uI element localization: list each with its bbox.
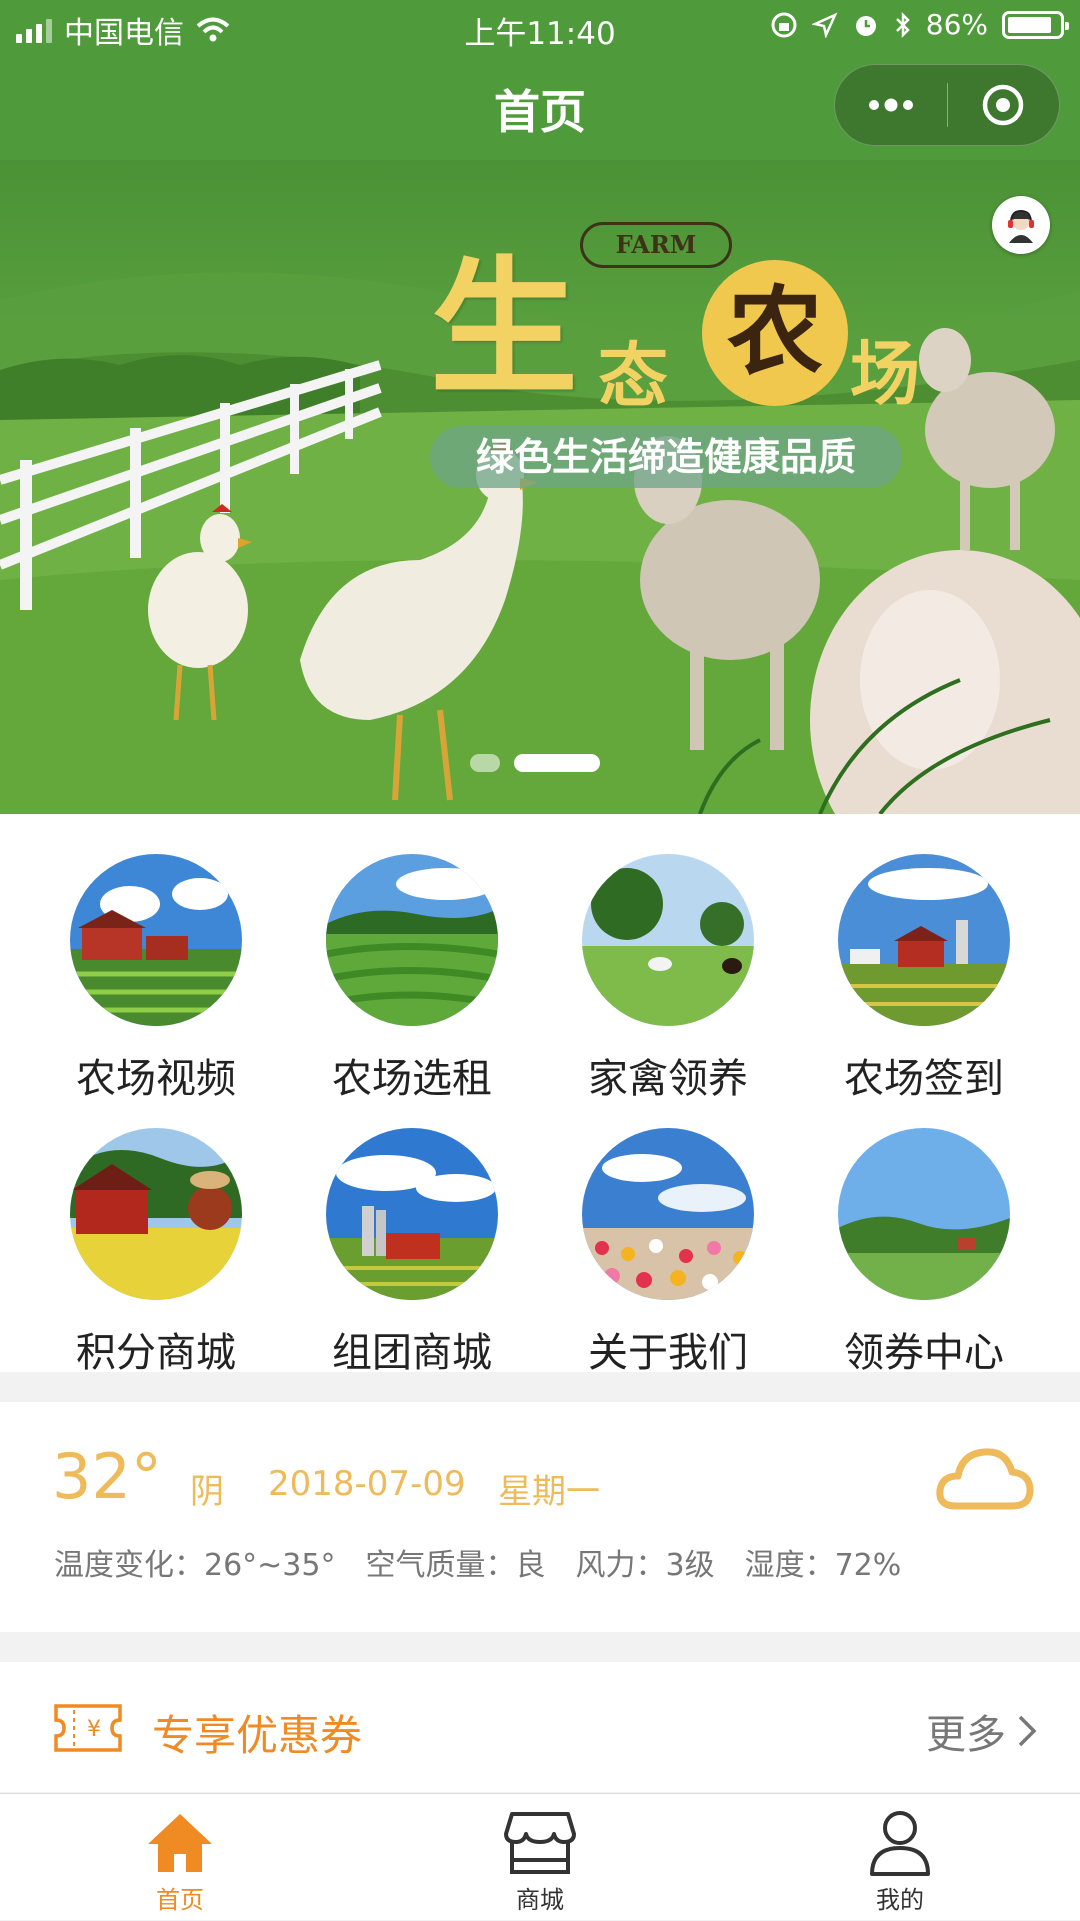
tab-shop[interactable]: 商城 — [360, 1794, 720, 1921]
grid-label: 关于我们 — [588, 1330, 748, 1376]
customer-service-button[interactable] — [992, 196, 1050, 254]
banner-title-char-3: 农 — [702, 260, 848, 406]
alarm-icon — [855, 15, 876, 36]
status-bar: 中国电信 上午11:40 86% — [0, 0, 1080, 52]
farm-rent-photo — [326, 854, 498, 1026]
more-label: 更多 — [926, 1712, 1006, 1758]
grid-label: 领券中心 — [844, 1330, 1004, 1376]
coupon-section-header: ¥ 专享优惠券 更多 — [0, 1662, 1080, 1792]
coupon-section-title: 专享优惠券 — [152, 1711, 363, 1760]
weather-wind: 风力：3级 — [575, 1548, 715, 1583]
weather-condition: 阴 — [190, 1472, 224, 1512]
weather-range: 温度变化：26°~35° — [54, 1548, 336, 1583]
weather-weekday: 星期一 — [498, 1472, 600, 1512]
grid-item-poultry-adopt[interactable]: 家禽领养 — [540, 828, 796, 1102]
weather-card: 32° 阴 2018-07-09 星期一 温度变化：26°~35° 空气质量：良… — [0, 1402, 1080, 1632]
battery-fill — [1008, 16, 1051, 33]
grid-label: 农场选租 — [332, 1056, 492, 1102]
grid-label: 家禽领养 — [588, 1056, 748, 1102]
grid-item-farm-checkin[interactable]: 农场签到 — [796, 828, 1052, 1102]
farm-video-photo — [70, 854, 242, 1026]
weather-humidity: 湿度：72% — [744, 1548, 902, 1583]
cloud-icon — [936, 1448, 1034, 1510]
tab-label: 商城 — [516, 1886, 564, 1914]
home-icon — [148, 1814, 212, 1872]
app-header: 中国电信 上午11:40 86% 首页 — [0, 0, 1080, 160]
tab-bar: 首页 商城 我的 — [0, 1793, 1080, 1920]
banner-carousel[interactable]: FARM 生 态 农 场 绿色生活缔造健康品质 — [0, 160, 1080, 814]
target-close-icon — [983, 84, 1024, 126]
coupon-ticket-icon: ¥ — [54, 1704, 122, 1752]
banner-farm-badge: FARM — [580, 222, 732, 268]
battery-percent: 86% — [925, 8, 988, 41]
poultry-adopt-photo — [582, 854, 754, 1026]
shop-icon — [504, 1812, 576, 1874]
coupon-center-photo — [838, 1128, 1010, 1300]
tab-profile[interactable]: 我的 — [720, 1794, 1080, 1921]
mini-program-capsule — [834, 64, 1060, 146]
more-dots-icon — [868, 98, 913, 112]
grid-item-points-mall[interactable]: 积分商城 — [28, 1102, 284, 1376]
weather-air-quality: 空气质量：良 — [365, 1548, 546, 1583]
about-us-photo — [582, 1128, 754, 1300]
customer-service-icon — [1008, 209, 1034, 243]
banner-title-char-4: 场 — [850, 332, 920, 415]
banner-title-char-2: 态 — [598, 334, 668, 417]
tab-home[interactable]: 首页 — [0, 1794, 360, 1921]
grid-label: 积分商城 — [76, 1330, 236, 1376]
grid-label: 农场签到 — [844, 1056, 1004, 1102]
grid-label: 农场视频 — [76, 1056, 236, 1102]
banner-title-char-1: 生 — [430, 241, 578, 415]
weather-date: 2018-07-09 — [268, 1464, 466, 1504]
bluetooth-icon — [895, 11, 910, 38]
status-right: 86% — [770, 8, 1069, 41]
feature-grid: 农场视频 农场选租 家禽领养 农场签到 积分商城 组团商城 关于我们 领券中心 — [0, 814, 1080, 1376]
grid-item-farm-rent[interactable]: 农场选租 — [284, 828, 540, 1102]
location-icon — [811, 12, 838, 38]
points-mall-photo — [70, 1128, 242, 1300]
user-icon — [870, 1811, 930, 1876]
orientation-lock-icon — [771, 12, 797, 37]
weather-temperature: 32° — [52, 1440, 162, 1513]
banner-slogan: 绿色生活缔造健康品质 — [430, 426, 902, 488]
more-button[interactable] — [835, 65, 947, 145]
grid-item-coupon-center[interactable]: 领券中心 — [796, 1102, 1052, 1376]
carousel-indicator — [470, 754, 600, 772]
group-mall-photo — [326, 1128, 498, 1300]
tab-label: 首页 — [156, 1886, 204, 1914]
battery-icon — [1002, 10, 1069, 39]
nav-bar: 首页 — [0, 62, 1080, 152]
carousel-dot[interactable] — [470, 754, 500, 772]
grid-item-about-us[interactable]: 关于我们 — [540, 1102, 796, 1376]
farm-checkin-photo — [838, 854, 1010, 1026]
close-mini-program-button[interactable] — [948, 65, 1060, 145]
coupon-more-link[interactable]: 更多 — [926, 1702, 1038, 1760]
weather-details: 温度变化：26°~35° 空气质量：良 风力：3级 湿度：72% — [54, 1540, 901, 1584]
grid-item-farm-video[interactable]: 农场视频 — [28, 828, 284, 1102]
grid-label: 组团商城 — [332, 1330, 492, 1376]
grid-item-group-mall[interactable]: 组团商城 — [284, 1102, 540, 1376]
svg-text:¥: ¥ — [87, 1717, 101, 1742]
tab-label: 我的 — [876, 1886, 924, 1914]
chevron-right-icon — [1018, 1715, 1037, 1747]
carousel-dot-active[interactable] — [514, 754, 600, 772]
